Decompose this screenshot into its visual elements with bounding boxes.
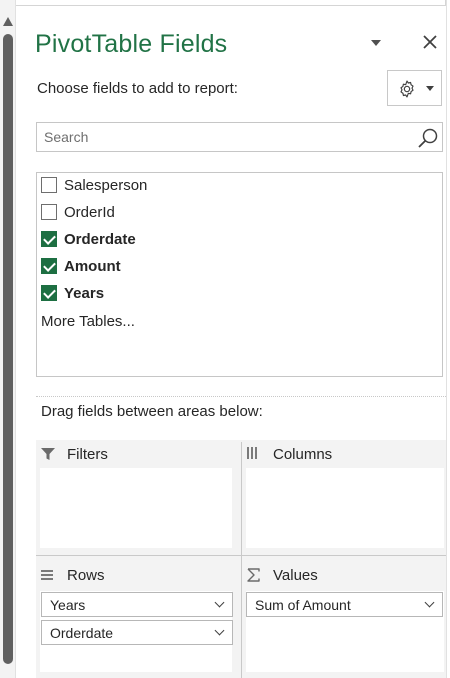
columns-icon	[247, 447, 257, 459]
field-label: Years	[64, 284, 105, 302]
values-area-label: Values	[273, 566, 318, 584]
columns-drop-zone[interactable]	[246, 468, 444, 548]
checkbox-checked[interactable]	[41, 285, 57, 301]
field-label: Salesperson	[64, 176, 148, 194]
vertical-scrollbar[interactable]	[0, 0, 16, 678]
values-area-header: Values	[246, 563, 318, 587]
search-input[interactable]	[37, 123, 407, 151]
task-pane-options-chevron-down-icon[interactable]	[371, 40, 381, 46]
checkbox-checked[interactable]	[41, 258, 57, 274]
pane-right-edge	[446, 0, 447, 678]
checkbox[interactable]	[41, 177, 57, 193]
filter-icon	[41, 448, 55, 460]
gear-icon	[400, 80, 414, 98]
pivottable-fields-pane: PivotTable Fields Choose fields to add t…	[16, 6, 446, 678]
scroll-up-arrow-icon[interactable]	[3, 17, 13, 26]
field-item-orderid[interactable]: OrderId	[41, 201, 115, 223]
field-item-years[interactable]: Years	[41, 282, 104, 304]
search-icon[interactable]	[417, 127, 439, 149]
close-icon	[423, 35, 437, 49]
field-label: Orderdate	[64, 230, 136, 248]
columns-area[interactable]: Columns	[242, 442, 446, 555]
columns-area-label: Columns	[273, 445, 333, 463]
rows-icon	[41, 570, 53, 580]
rows-area-label: Rows	[67, 566, 105, 584]
filters-area-header: Filters	[40, 442, 108, 466]
close-button[interactable]	[418, 30, 442, 54]
rows-field-years[interactable]: Years	[41, 592, 233, 617]
area-vertical-divider	[241, 442, 242, 678]
filters-drop-zone[interactable]	[40, 468, 232, 548]
area-horizontal-divider	[36, 555, 446, 556]
columns-area-header: Columns	[246, 442, 332, 466]
chevron-down-icon[interactable]	[424, 597, 435, 608]
values-field-label: Sum of Amount	[255, 597, 351, 613]
section-divider	[36, 396, 446, 397]
field-item-orderdate[interactable]: Orderdate	[41, 228, 136, 250]
tools-settings-button[interactable]	[387, 70, 442, 106]
rows-field-orderdate[interactable]: Orderdate	[41, 620, 233, 645]
checkbox[interactable]	[41, 204, 57, 220]
values-area[interactable]: Values	[242, 563, 446, 678]
search-box[interactable]	[36, 122, 443, 152]
field-label: OrderId	[64, 203, 115, 221]
values-field-sum-of-amount[interactable]: Sum of Amount	[246, 592, 443, 617]
rows-area-header: Rows	[40, 563, 105, 587]
chevron-down-icon	[426, 86, 434, 91]
pane-title: PivotTable Fields	[35, 30, 228, 58]
choose-fields-label: Choose fields to add to report:	[37, 80, 238, 97]
more-tables-link[interactable]: More Tables...	[41, 313, 135, 330]
field-list: Salesperson OrderId Orderdate Amount Yea…	[36, 172, 443, 377]
checkbox-checked[interactable]	[41, 231, 57, 247]
drag-instruction-label: Drag fields between areas below:	[41, 403, 263, 420]
rows-field-label: Orderdate	[50, 625, 114, 641]
filters-area[interactable]: Filters	[36, 442, 241, 555]
chevron-down-icon[interactable]	[214, 625, 225, 636]
scrollbar-thumb[interactable]	[3, 34, 13, 664]
rows-field-label: Years	[50, 597, 86, 613]
field-label: Amount	[64, 257, 121, 275]
sigma-icon	[247, 568, 260, 582]
filters-area-label: Filters	[67, 445, 108, 463]
chevron-down-icon[interactable]	[214, 597, 225, 608]
field-item-amount[interactable]: Amount	[41, 255, 121, 277]
field-item-salesperson[interactable]: Salesperson	[41, 174, 147, 196]
